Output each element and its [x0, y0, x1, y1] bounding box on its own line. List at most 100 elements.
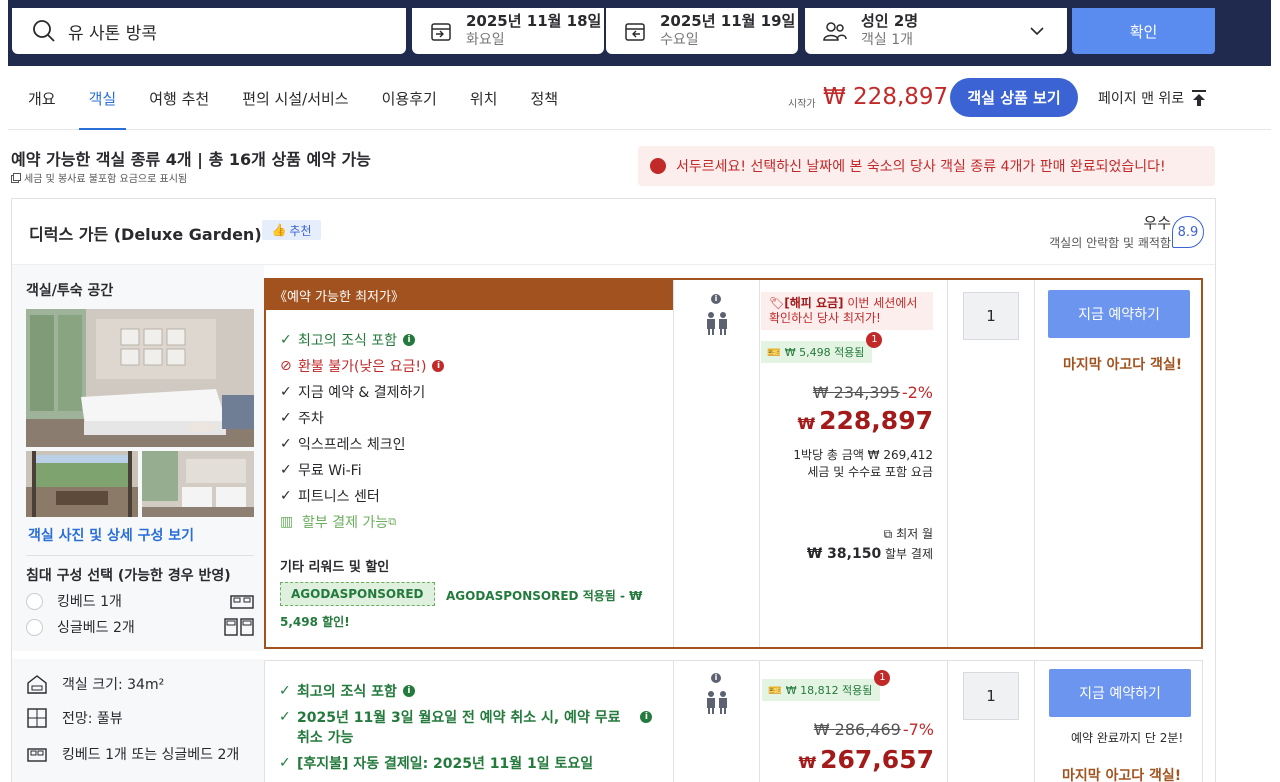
rating-subtitle: 객실의 안락함 및 쾌적함	[1049, 236, 1171, 250]
occupancy-info-icon[interactable]: i	[711, 294, 721, 304]
king-bed-icon	[230, 595, 254, 609]
promo-applied-text: ₩ 18,812 적용됨	[785, 684, 873, 697]
tag-icon: 🏷	[769, 296, 785, 310]
house-icon	[27, 675, 47, 694]
guests-count: 성인 2명	[861, 12, 919, 30]
installment-label: ⧉ 최저 월	[884, 525, 933, 542]
room-card: 디럭스 가든 (Deluxe Garden) 👍 추천 우수 객실의 안락함 및 …	[11, 198, 1216, 782]
lowest-price-banner: 《예약 가능한 최저가》	[266, 280, 673, 310]
rate-feature-text[interactable]: 할부 결제 가능	[302, 512, 388, 532]
original-price: ₩ 286,469 -7%	[814, 720, 934, 739]
final-price: ₩228,897	[797, 406, 933, 435]
guests-field[interactable]: 성인 2명 객실 1개	[805, 8, 1067, 54]
rate-feature-text: [후지불] 자동 결제일: 2025년 11월 1일 토요일	[297, 756, 594, 772]
rate-feature: ✓ 2025년 11월 3일 월요일 전 예약 취소 시, 예약 무료 i	[279, 707, 653, 727]
thumbs-up-icon: 👍	[271, 223, 287, 237]
coupon-code-badge[interactable]: AGODASPONSORED	[280, 582, 435, 606]
rate-feature: 취소 가능	[279, 727, 353, 747]
room-photo-main[interactable]	[26, 309, 254, 447]
tab-0[interactable]: 개요	[18, 66, 66, 130]
bed-option-twin-label: 싱글베드 2개	[57, 620, 135, 636]
tab-6[interactable]: 정책	[520, 66, 568, 130]
check-icon: ✓	[280, 384, 292, 400]
checkout-field[interactable]: 2025년 11월 19일 수요일	[606, 8, 798, 54]
bed-option-king-radio[interactable]	[26, 592, 43, 610]
divider	[26, 555, 254, 556]
coupon-applied-text: AGODASPONSORED 적용됨 - ₩	[446, 589, 643, 603]
room-quantity-select[interactable]: 1	[963, 672, 1019, 720]
info-icon[interactable]: i	[432, 360, 445, 372]
check-icon: ✓	[280, 436, 292, 452]
rate-feature-text: 취소 가능	[297, 730, 354, 746]
section-gap	[12, 651, 264, 659]
tab-1[interactable]: 객실	[78, 66, 127, 130]
section-nav: 개요 객실 여행 추천 편의 시설/서비스 이용후기 위치 정책 시작가 ₩ 228,897…	[8, 66, 1271, 130]
no-refund-icon: ⊘	[280, 358, 292, 374]
tab-5[interactable]: 위치	[460, 66, 508, 130]
installment-price: ₩ 38,150 할부 결제	[807, 545, 933, 562]
installment-icon: ▥	[280, 514, 294, 530]
column-divider	[759, 661, 760, 782]
bed-option-twin-radio[interactable]	[26, 618, 43, 636]
two-adults-icon	[707, 691, 727, 714]
installment-price-value: ₩ 38,150	[806, 546, 882, 562]
destination-text: 유 사톤 방콕	[68, 23, 158, 44]
tab-3[interactable]: 편의 시설/서비스	[232, 66, 358, 130]
destination-field[interactable]: 유 사톤 방콕	[12, 8, 406, 54]
room-photo-balcony[interactable]	[26, 451, 138, 517]
tax-note-text: 세금 및 봉사료 불포함 요금으로 표시됨	[24, 174, 188, 185]
spec-beds: 킹베드 1개 또는 싱글베드 2개	[26, 743, 239, 765]
rate-feature-text: 지금 예약 & 결제하기	[298, 385, 426, 401]
spec-view: 전망: 풀뷰	[26, 707, 123, 729]
recommend-badge: 👍 추천	[262, 220, 321, 240]
calendar-checkin-icon	[431, 23, 451, 41]
room-photos-link[interactable]: 객실 사진 및 상세 구성 보기	[28, 525, 194, 545]
book-now-button[interactable]: 지금 예약하기	[1049, 669, 1191, 717]
bed-option-twin[interactable]: 싱글베드 2개	[26, 617, 254, 637]
chevron-down-icon[interactable]	[1029, 23, 1045, 39]
column-divider	[1034, 661, 1035, 782]
rooms-count: 객실 1개	[861, 32, 913, 48]
rate-feature-text: 2025년 11월 3일 월요일 전 예약 취소 시, 예약 무료	[297, 710, 621, 726]
back-to-top-link[interactable]: 페이지 맨 위로	[1098, 88, 1208, 108]
book-now-button[interactable]: 지금 예약하기	[1048, 290, 1190, 338]
info-icon[interactable]: i	[640, 711, 653, 723]
rate-option-2: ✓ 최고의 조식 포함 i ✓ 2025년 11월 3일 월요일 전 예약 취소 시, …	[264, 660, 1203, 782]
rate-feature: ✓ 최고의 조식 포함 i	[279, 681, 415, 701]
tax-included-note: 세금 및 수수료 포함 요금	[807, 465, 933, 479]
room-title: 디럭스 가든 (Deluxe Garden)	[29, 225, 262, 244]
room-quantity-select[interactable]: 1	[963, 292, 1019, 340]
check-icon: ✓	[280, 410, 292, 426]
discount-percent: -7%	[902, 720, 934, 739]
checkout-day: 수요일	[660, 32, 699, 48]
promo-applied-badge: 🎫 ₩ 5,498 적용됨 1	[761, 332, 883, 363]
view-rooms-button[interactable]: 객실 상품 보기	[950, 78, 1078, 117]
rate-feature: ✓ [후지불] 자동 결제일: 2025년 11월 1일 토요일	[279, 753, 593, 773]
occupancy-info-icon[interactable]: i	[711, 673, 721, 683]
ticket-icon: 🎫	[767, 345, 781, 359]
bed-option-king[interactable]: 킹베드 1개	[26, 591, 254, 611]
tab-2[interactable]: 여행 추천	[139, 66, 219, 130]
promo-count-badge: 1	[866, 332, 883, 348]
rate-option-1: 《예약 가능한 최저가》 ✓ 최고의 조식 포함 i ⊘ 환불 불가(낮은 요금!) i ✓…	[264, 278, 1203, 649]
info-icon[interactable]: i	[403, 334, 416, 346]
column-divider	[673, 661, 674, 782]
original-price: ₩ 234,395 -2%	[813, 383, 933, 402]
total-per-night: 1박당 총 금액 ₩ 269,412	[793, 448, 933, 462]
info-icon[interactable]: i	[402, 685, 415, 697]
rate-feature-text: 익스프레스 체크인	[298, 437, 406, 453]
check-icon: ✓	[279, 683, 291, 699]
final-price-value: 267,657	[820, 745, 934, 774]
column-divider	[947, 280, 948, 647]
rating-word: 우수	[1143, 214, 1171, 232]
original-price-value: ₩ 286,469	[813, 720, 901, 739]
room-photo-twin[interactable]	[142, 451, 254, 517]
last-room-notice: 마지막 아고다 객실!	[1063, 357, 1183, 373]
original-price-value: ₩ 234,395	[812, 383, 900, 402]
checkin-field[interactable]: 2025년 11월 18일 화요일	[412, 8, 604, 54]
discount-percent: -2%	[901, 383, 933, 402]
tab-4[interactable]: 이용후기	[372, 66, 447, 130]
confirm-button[interactable]: 확인	[1072, 8, 1215, 54]
window-icon	[27, 708, 47, 728]
check-icon: ✓	[280, 332, 292, 348]
